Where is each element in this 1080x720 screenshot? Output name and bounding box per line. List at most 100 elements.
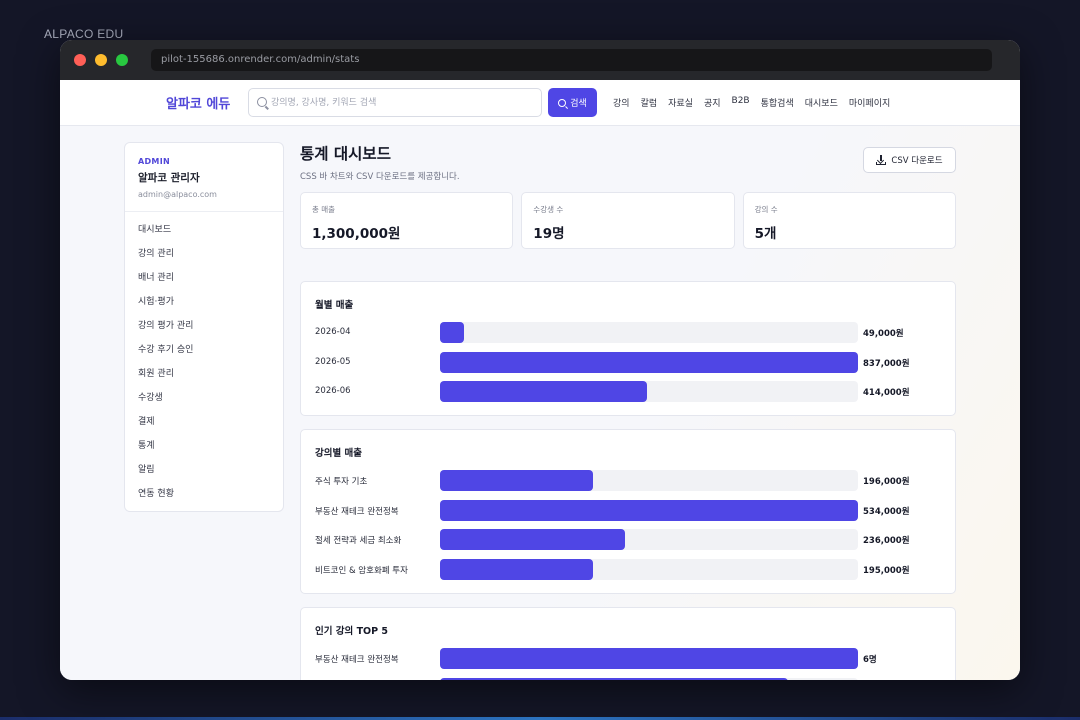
bar-value: 49,000원 <box>863 329 904 339</box>
stat-label: 수강생 수 <box>533 205 564 214</box>
bar-track <box>440 648 858 669</box>
menu-item-courses[interactable]: 강의 <box>613 96 630 109</box>
sidebar-item-integrations[interactable]: 연동 현황 <box>125 487 283 511</box>
stat-card-courses: 강의 수 5개 <box>742 192 956 249</box>
bar-track <box>440 677 858 680</box>
bar-row: 주식 투자 기초 196,000원 <box>301 470 957 492</box>
sidebar-item-dashboard[interactable]: 대시보드 <box>125 223 283 247</box>
bar-track <box>440 558 858 580</box>
admin-email: admin@alpaco.com <box>138 190 217 199</box>
card-title: 강의별 매출 <box>315 448 363 459</box>
site-logo[interactable]: 알파코 에듀 <box>166 93 230 112</box>
bar-value: 414,000원 <box>863 388 910 398</box>
bar-label: 부동산 재테크 완전정복 <box>315 506 399 517</box>
browser-window: pilot-155686.onrender.com/admin/stats 알파… <box>60 40 1020 680</box>
corner-brand: ALPACO EDU <box>44 27 124 41</box>
download-icon <box>876 155 887 165</box>
bar-label: 2026-04 <box>315 327 351 337</box>
admin-profile: ADMIN 알파코 관리자 admin@alpaco.com <box>125 143 283 212</box>
role-badge: ADMIN <box>138 157 170 166</box>
csv-download-button[interactable]: CSV 다운로드 <box>863 147 956 173</box>
close-window-button[interactable] <box>74 54 86 66</box>
bar-fill <box>440 558 593 580</box>
search-button-label: 검색 <box>570 99 587 109</box>
menu-item-resources[interactable]: 자료실 <box>668 96 693 109</box>
bar-fill <box>440 322 464 343</box>
browser-titlebar: pilot-155686.onrender.com/admin/stats <box>60 40 1020 80</box>
sidebar-item-review-approval[interactable]: 수강 후기 승인 <box>125 343 283 367</box>
bar-fill <box>440 470 593 491</box>
minimize-window-button[interactable] <box>95 54 107 66</box>
menu-item-dashboard[interactable]: 대시보드 <box>805 96 838 109</box>
bar-value: 236,000원 <box>863 536 910 546</box>
app-content: 알파코 에듀 검색 강의 칼럼 자료실 공지 B2B 통합검색 대시보드 마이페… <box>60 80 1020 680</box>
stat-value: 1,300,000원 <box>312 226 401 242</box>
bar-label: 절세 전략과 세금 최소화 <box>315 536 402 546</box>
stat-card-revenue: 총 매출 1,300,000원 <box>300 192 514 249</box>
bar-fill <box>440 677 788 680</box>
admin-name: 알파코 관리자 <box>138 172 200 184</box>
main-menu: 강의 칼럼 자료실 공지 B2B 통합검색 대시보드 마이페이지 <box>613 96 890 109</box>
search-box <box>248 88 542 117</box>
course-sales-card: 강의별 매출 주식 투자 기초 196,000원부동산 재테크 완전정복 534,0… <box>300 429 956 594</box>
menu-item-mypage[interactable]: 마이페이지 <box>849 96 890 109</box>
card-title: 월별 매출 <box>315 300 354 311</box>
bar-label: 2026-05 <box>315 356 351 367</box>
search-icon <box>558 98 567 107</box>
sidebar-item-students[interactable]: 수강생 <box>125 391 283 415</box>
bar-fill <box>440 381 647 402</box>
bar-row: 절세 전략과 세금 최소화 236,000원 <box>301 529 957 551</box>
main-content: 통계 대시보드 CSS 바 차트와 CSV 다운로드를 제공합니다. CSV 다… <box>300 142 956 680</box>
top5-courses-card: 인기 강의 TOP 5 부동산 재테크 완전정복 6명비트코인 & 암호화폐 투자… <box>300 607 956 680</box>
stat-value: 19명 <box>533 226 565 242</box>
top-navigation: 알파코 에듀 검색 강의 칼럼 자료실 공지 B2B 통합검색 대시보드 마이페… <box>60 80 1020 126</box>
bar-value: 6명 <box>863 655 877 665</box>
sidebar-item-notifications[interactable]: 알림 <box>125 463 283 487</box>
sidebar-item-exams[interactable]: 시험·평가 <box>125 295 283 319</box>
bar-fill <box>440 499 858 521</box>
bar-fill <box>440 351 858 373</box>
stat-label: 강의 수 <box>754 205 778 214</box>
bar-track <box>440 322 858 343</box>
stat-label: 총 매출 <box>312 205 336 214</box>
menu-item-unified-search[interactable]: 통합검색 <box>761 96 794 109</box>
summary-stats: 총 매출 1,300,000원 수강생 수 19명 강의 수 5개 <box>300 192 956 249</box>
sidebar-item-courses[interactable]: 강의 관리 <box>125 247 283 271</box>
bar-track <box>440 381 858 402</box>
bar-row: 부동산 재테크 완전정복 6명 <box>301 648 957 670</box>
menu-item-notices[interactable]: 공지 <box>704 96 721 109</box>
bar-fill <box>440 648 858 669</box>
menu-item-columns[interactable]: 칼럼 <box>641 96 658 109</box>
page-title: 통계 대시보드 <box>300 145 391 163</box>
bar-value: 534,000원 <box>863 506 910 517</box>
stat-card-students: 수강생 수 19명 <box>521 192 735 249</box>
bar-label: 2026-06 <box>315 386 351 396</box>
bar-track <box>440 351 858 373</box>
sidebar-item-course-reviews[interactable]: 강의 평가 관리 <box>125 319 283 343</box>
bar-track <box>440 529 858 550</box>
sidebar-item-payments[interactable]: 결제 <box>125 415 283 439</box>
search-input[interactable] <box>271 89 536 116</box>
menu-item-b2b[interactable]: B2B <box>732 96 750 109</box>
bar-label: 부동산 재테크 완전정복 <box>315 655 399 665</box>
bar-value: 196,000원 <box>863 477 910 487</box>
maximize-window-button[interactable] <box>116 54 128 66</box>
search-button[interactable]: 검색 <box>548 88 597 117</box>
sidebar-item-members[interactable]: 회원 관리 <box>125 367 283 391</box>
sidebar-item-stats[interactable]: 통계 <box>125 439 283 463</box>
bar-track <box>440 470 858 491</box>
bar-row: 2026-06 414,000원 <box>301 381 957 403</box>
page-subtitle: CSS 바 차트와 CSV 다운로드를 제공합니다. <box>300 172 460 182</box>
sidebar-item-banners[interactable]: 배너 관리 <box>125 271 283 295</box>
search-icon <box>257 97 267 107</box>
bar-value: 195,000원 <box>863 565 910 576</box>
csv-download-label: CSV 다운로드 <box>891 156 943 166</box>
bar-label: 주식 투자 기초 <box>315 477 368 487</box>
bar-row: 2026-04 49,000원 <box>301 322 957 344</box>
bar-track <box>440 499 858 521</box>
monthly-sales-card: 월별 매출 2026-04 49,000원 2026-05 837,000원 2026-… <box>300 281 956 416</box>
address-bar[interactable]: pilot-155686.onrender.com/admin/stats <box>151 49 992 71</box>
card-title: 인기 강의 TOP 5 <box>315 626 389 637</box>
bar-row: 비트코인 & 암호화폐 투자 195,000원 <box>301 558 957 581</box>
sidebar-menu: 대시보드 강의 관리 배너 관리 시험·평가 강의 평가 관리 수강 후기 승인… <box>125 212 283 511</box>
